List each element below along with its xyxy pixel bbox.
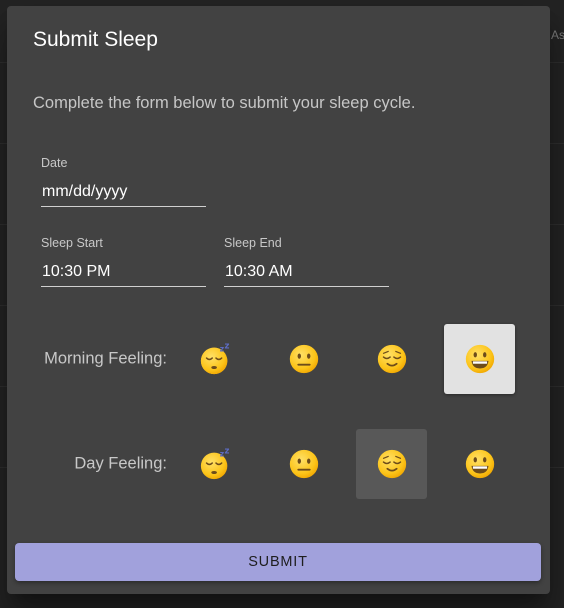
grinning-face-icon: [465, 449, 494, 479]
morning-grinning-button[interactable]: [444, 324, 515, 394]
grinning-face-icon: [465, 344, 494, 374]
morning-feeling-row: Morning Feeling: z z: [7, 324, 550, 394]
neutral-face-icon: [289, 449, 318, 479]
sleep-start-label: Sleep Start: [41, 236, 103, 250]
day-sleepy-button[interactable]: z z: [180, 429, 251, 499]
svg-text:z: z: [224, 447, 229, 457]
date-field: Date: [41, 156, 206, 207]
morning-feeling-label: Morning Feeling:: [44, 349, 167, 368]
submit-sleep-dialog: Submit Sleep Complete the form below to …: [7, 6, 550, 594]
relieved-face-icon: [377, 344, 406, 374]
svg-text:z: z: [224, 342, 229, 352]
bg-column-header-fragment: As: [551, 28, 564, 42]
sleep-end-field: Sleep End: [224, 236, 389, 287]
sleep-end-input[interactable]: [224, 257, 389, 287]
date-input[interactable]: [41, 177, 206, 207]
day-grinning-button[interactable]: [444, 429, 515, 499]
morning-neutral-button[interactable]: [268, 324, 339, 394]
neutral-face-icon: [289, 344, 318, 374]
sleepy-face-icon: z z: [200, 342, 229, 375]
sleep-start-field: Sleep Start: [41, 236, 206, 287]
day-relieved-button[interactable]: [356, 429, 427, 499]
sleep-end-label: Sleep End: [224, 236, 282, 250]
day-feeling-label: Day Feeling:: [74, 454, 167, 473]
sleepy-face-icon: z z: [200, 447, 229, 480]
submit-button[interactable]: SUBMIT: [15, 543, 541, 581]
relieved-face-icon: [377, 449, 406, 479]
day-neutral-button[interactable]: [268, 429, 339, 499]
dialog-description: Complete the form below to submit your s…: [33, 94, 416, 112]
dialog-title: Submit Sleep: [33, 28, 158, 51]
date-label: Date: [41, 156, 68, 170]
day-feeling-row: Day Feeling: z z: [7, 429, 550, 499]
morning-relieved-button[interactable]: [356, 324, 427, 394]
morning-sleepy-button[interactable]: z z: [180, 324, 251, 394]
sleep-start-input[interactable]: [41, 257, 206, 287]
